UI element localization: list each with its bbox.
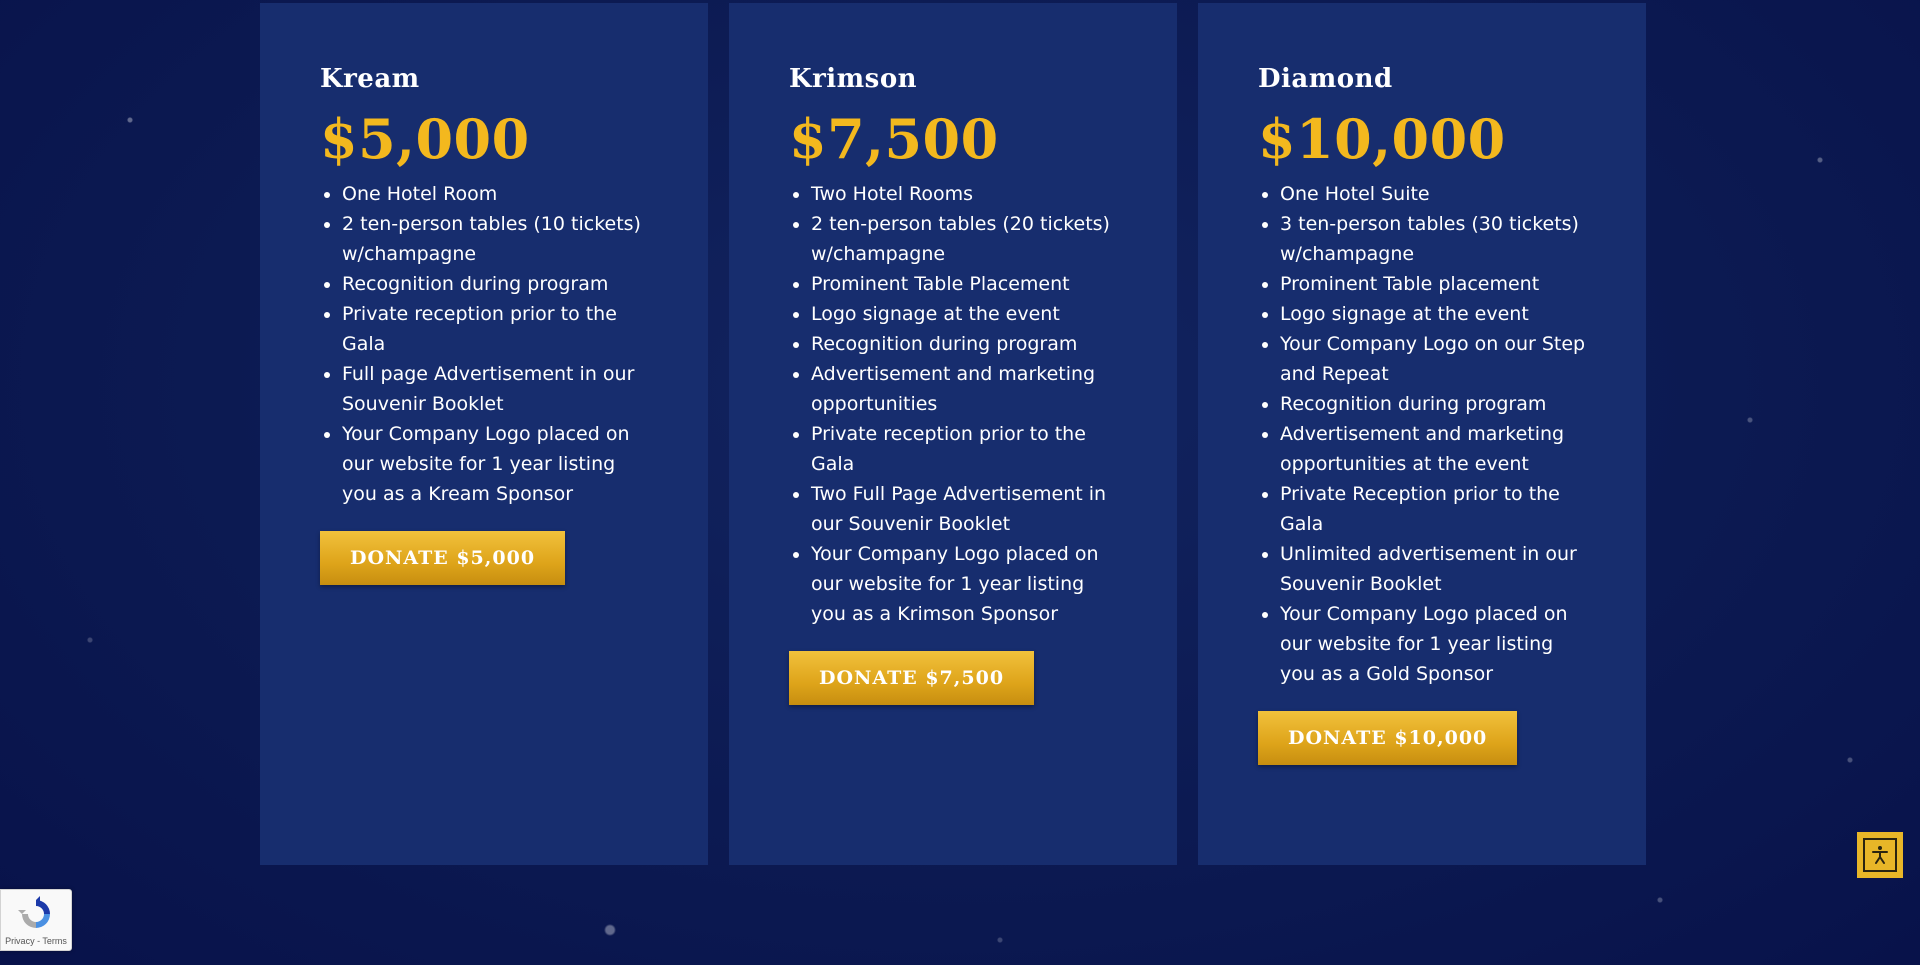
donate-10000-button[interactable]: DONATE $10,000 xyxy=(1258,711,1518,765)
perk-item: One Hotel Suite xyxy=(1280,179,1590,209)
perk-item: Your Company Logo placed on our website … xyxy=(811,539,1121,629)
tier-price: $10,000 xyxy=(1258,107,1506,171)
tier-card-kream: Kream $5,000 One Hotel Room 2 ten-person… xyxy=(260,3,708,865)
perk-item: Recognition during program xyxy=(342,269,652,299)
tier-perks-list: One Hotel Room 2 ten-person tables (10 t… xyxy=(320,179,652,509)
perk-item: Prominent Table Placement xyxy=(811,269,1121,299)
perk-item: 2 ten-person tables (20 tickets) w/champ… xyxy=(811,209,1121,269)
perk-item: Logo signage at the event xyxy=(811,299,1121,329)
perk-item: One Hotel Room xyxy=(342,179,652,209)
donate-5000-button[interactable]: DONATE $5,000 xyxy=(320,531,566,585)
perk-item: Your Company Logo placed on our website … xyxy=(342,419,652,509)
tier-price: $7,500 xyxy=(789,107,999,171)
perk-item: Private Reception prior to the Gala xyxy=(1280,479,1590,539)
perk-item: Prominent Table placement xyxy=(1280,269,1590,299)
perk-item: 2 ten-person tables (10 tickets) w/champ… xyxy=(342,209,652,269)
tier-perks-list: Two Hotel Rooms 2 ten-person tables (20 … xyxy=(789,179,1121,629)
accessibility-frame xyxy=(1863,838,1897,872)
perk-item: Recognition during program xyxy=(1280,389,1590,419)
accessibility-icon xyxy=(1872,846,1888,864)
perk-item: Private reception prior to the Gala xyxy=(811,419,1121,479)
perk-item: Private reception prior to the Gala xyxy=(342,299,652,359)
tier-price: $5,000 xyxy=(320,107,530,171)
perk-item: Logo signage at the event xyxy=(1280,299,1590,329)
tier-perks-list: One Hotel Suite 3 ten-person tables (30 … xyxy=(1258,179,1590,689)
donate-7500-button[interactable]: DONATE $7,500 xyxy=(789,651,1035,705)
perk-item: Full page Advertisement in our Souvenir … xyxy=(342,359,652,419)
perk-item: Two Full Page Advertisement in our Souve… xyxy=(811,479,1121,539)
perk-item: Your Company Logo placed on our website … xyxy=(1280,599,1590,689)
tier-name: Krimson xyxy=(789,64,918,94)
tier-name: Kream xyxy=(320,64,420,94)
perk-item: Two Hotel Rooms xyxy=(811,179,1121,209)
recaptcha-icon xyxy=(18,896,50,928)
privacy-link[interactable]: Privacy xyxy=(5,936,35,946)
perk-item: Unlimited advertisement in our Souvenir … xyxy=(1280,539,1590,599)
recaptcha-links: Privacy - Terms xyxy=(1,936,71,947)
terms-link[interactable]: Terms xyxy=(42,936,67,946)
perk-item: Advertisement and marketing opportunitie… xyxy=(1280,419,1590,479)
perk-item: 3 ten-person tables (30 tickets) w/champ… xyxy=(1280,209,1590,269)
recaptcha-badge: Privacy - Terms xyxy=(0,889,72,951)
tier-name: Diamond xyxy=(1258,64,1393,94)
tier-card-krimson: Krimson $7,500 Two Hotel Rooms 2 ten-per… xyxy=(729,3,1177,865)
tier-card-diamond: Diamond $10,000 One Hotel Suite 3 ten-pe… xyxy=(1198,3,1646,865)
sponsorship-tiers: Kream $5,000 One Hotel Room 2 ten-person… xyxy=(260,3,1646,865)
perk-item: Recognition during program xyxy=(811,329,1121,359)
accessibility-button[interactable] xyxy=(1857,832,1903,878)
perk-item: Advertisement and marketing opportunitie… xyxy=(811,359,1121,419)
perk-item: Your Company Logo on our Step and Repeat xyxy=(1280,329,1590,389)
